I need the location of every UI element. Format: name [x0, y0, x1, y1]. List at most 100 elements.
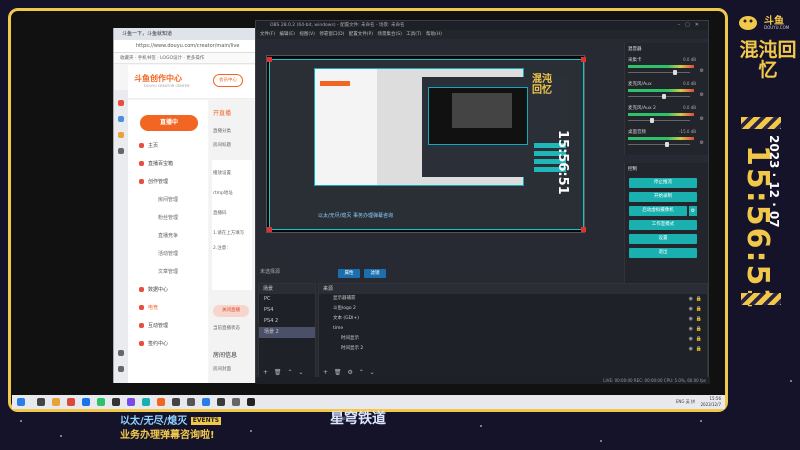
volume-slider-knob[interactable] [649, 118, 654, 123]
scene-item[interactable]: PS4 [259, 305, 315, 316]
taskbar-app-icon[interactable] [82, 398, 90, 406]
volume-slider-knob[interactable] [665, 142, 670, 147]
taskbar-app-icon[interactable] [217, 398, 225, 406]
nav-item[interactable]: 电竞 [148, 304, 158, 311]
bookmarks-bar[interactable]: 收藏夹 · 手机书签 · LOGO设计 · 更多操作 [114, 53, 255, 64]
lock-icon[interactable]: 🔒 [696, 324, 702, 334]
selection-handle[interactable] [581, 57, 586, 62]
lock-icon[interactable]: 🔒 [696, 334, 702, 344]
nav-item[interactable]: 直播百宝箱 [148, 160, 173, 167]
taskbar-app-icon[interactable] [142, 398, 150, 406]
sidebar-icon[interactable] [118, 116, 124, 122]
sidebar-icon[interactable] [118, 350, 124, 356]
stop-streaming-button[interactable]: 停止推流 [629, 178, 697, 188]
lock-icon[interactable]: 🔒 [696, 294, 702, 304]
taskbar-app-icon[interactable] [37, 398, 45, 406]
address-bar[interactable]: https://www.douyu.com/creator/main/live [114, 40, 255, 53]
settings-button[interactable]: 设置 [629, 234, 697, 244]
sidebar-icon[interactable] [118, 132, 124, 138]
taskbar-app-icon[interactable] [67, 398, 75, 406]
menu-item[interactable]: 停靠窗口(D) [319, 32, 344, 37]
filters-button[interactable]: 滤镜 [364, 269, 386, 278]
lock-icon[interactable]: 🔒 [696, 344, 702, 354]
properties-button[interactable]: 属性 [338, 269, 360, 278]
nav-item[interactable]: 直播竞争 [158, 232, 178, 239]
volume-slider[interactable] [628, 120, 690, 121]
volume-slider[interactable] [628, 144, 690, 145]
sidebar-icon[interactable] [118, 100, 124, 106]
system-tray[interactable]: ENG 英 拼 [676, 399, 695, 405]
taskbar-app-icon[interactable] [52, 398, 60, 406]
visibility-eye-icon[interactable]: ◉ [689, 344, 693, 354]
menu-item[interactable]: 场景集合(S) [377, 32, 401, 37]
nav-item[interactable]: 活动管理 [158, 250, 178, 257]
start-recording-button[interactable]: 开始录制 [629, 192, 697, 202]
menu-item[interactable]: 工具(T) [406, 32, 421, 37]
mixer-gear-icon[interactable]: ⚙ [700, 116, 704, 122]
taskbar-app-icon[interactable] [202, 398, 210, 406]
scene-item[interactable]: 场景 2 [259, 327, 315, 338]
mixer-gear-icon[interactable]: ⚙ [700, 140, 704, 146]
volume-slider-knob[interactable] [662, 94, 667, 99]
douyu-creator-logo[interactable]: 斗鱼创作中心 [134, 73, 182, 84]
nav-item[interactable]: 签约中心 [148, 340, 168, 347]
scene-toolbar[interactable]: + 🗑 ⌃ ⌄ [263, 369, 303, 376]
taskbar-app-icon[interactable] [127, 398, 135, 406]
close-live-button[interactable]: 关闭直播 [213, 305, 249, 317]
source-item[interactable]: 文本 (GDI+) ◉ 🔒 [319, 314, 707, 324]
source-item[interactable]: 显示器捕获 ◉ 🔒 [319, 294, 707, 304]
nav-item[interactable]: 文章管理 [158, 268, 178, 275]
nav-item[interactable]: 房间管理 [158, 196, 178, 203]
virtual-camera-button[interactable]: 启动虚拟摄像机 [629, 206, 687, 216]
visibility-eye-icon[interactable]: ◉ [689, 324, 693, 334]
volume-slider[interactable] [628, 96, 690, 97]
windows-start-icon[interactable] [17, 398, 25, 406]
visibility-eye-icon[interactable]: ◉ [689, 334, 693, 344]
menu-item[interactable]: 帮助(H) [426, 32, 442, 37]
taskbar-app-icon[interactable] [112, 398, 120, 406]
source-item[interactable]: 时间显示 2 ◉ 🔒 [319, 344, 707, 354]
menu-item[interactable]: 配置文件(P) [349, 32, 373, 37]
window-controls[interactable]: –▢✕ [678, 22, 704, 28]
live-status-button[interactable]: 直播中 [140, 115, 198, 131]
taskbar-clock[interactable]: 15:56 2023/12/7 [700, 396, 721, 408]
volume-slider[interactable] [628, 72, 690, 73]
visibility-eye-icon[interactable]: ◉ [689, 294, 693, 304]
sidebar-icon[interactable] [118, 148, 124, 154]
taskbar-app-icon[interactable] [97, 398, 105, 406]
scene-item[interactable]: PC [259, 294, 315, 305]
virtual-camera-gear-icon[interactable]: ⚙ [689, 206, 697, 216]
nav-item[interactable]: 主页 [148, 142, 158, 149]
taskbar-app-icon[interactable] [172, 398, 180, 406]
nav-item[interactable]: 互动管理 [148, 322, 168, 329]
taskbar-app-icon[interactable] [157, 398, 165, 406]
member-center-button[interactable]: 会员中心 [213, 74, 243, 87]
studio-mode-button[interactable]: 工作室模式 [629, 220, 697, 230]
browser-tab[interactable]: 斗鱼一下，斗鱼就知道 [114, 28, 255, 40]
nav-item[interactable]: 数据中心 [148, 286, 168, 293]
source-toolbar[interactable]: + 🗑 ⚙ ⌃ ⌄ [323, 369, 375, 376]
visibility-eye-icon[interactable]: ◉ [689, 304, 693, 314]
menu-item[interactable]: 文件(F) [260, 32, 275, 37]
source-item[interactable]: time ◉ 🔒 [319, 324, 707, 334]
selection-handle[interactable] [581, 227, 586, 232]
preview-canvas[interactable]: 混沌回忆 15:56:51 以太/无尽/熄灭 事务办理弹幕咨询 [267, 57, 586, 232]
taskbar-app-icon[interactable] [247, 398, 255, 406]
source-item[interactable]: 斗鱼logo 2 ◉ 🔒 [319, 304, 707, 314]
taskbar-app-icon[interactable] [187, 398, 195, 406]
obs-preview[interactable]: 混沌回忆 15:56:51 以太/无尽/熄灭 事务办理弹幕咨询 [266, 55, 586, 233]
selection-handle[interactable] [267, 227, 272, 232]
scene-item[interactable]: PS4 2 [259, 316, 315, 327]
sidebar-icon[interactable] [118, 366, 124, 372]
menu-item[interactable]: 视图(V) [299, 32, 315, 37]
exit-button[interactable]: 退出 [629, 248, 697, 258]
menu-item[interactable]: 编辑(E) [280, 32, 295, 37]
mixer-gear-icon[interactable]: ⚙ [700, 92, 704, 98]
nav-item[interactable]: 粉丝管理 [158, 214, 178, 221]
source-item[interactable]: 时间显示 ◉ 🔒 [319, 334, 707, 344]
lock-icon[interactable]: 🔒 [696, 304, 702, 314]
lock-icon[interactable]: 🔒 [696, 314, 702, 324]
nav-item[interactable]: 创作管理 [148, 178, 168, 185]
volume-slider-knob[interactable] [672, 70, 677, 75]
mixer-gear-icon[interactable]: ⚙ [700, 68, 704, 74]
